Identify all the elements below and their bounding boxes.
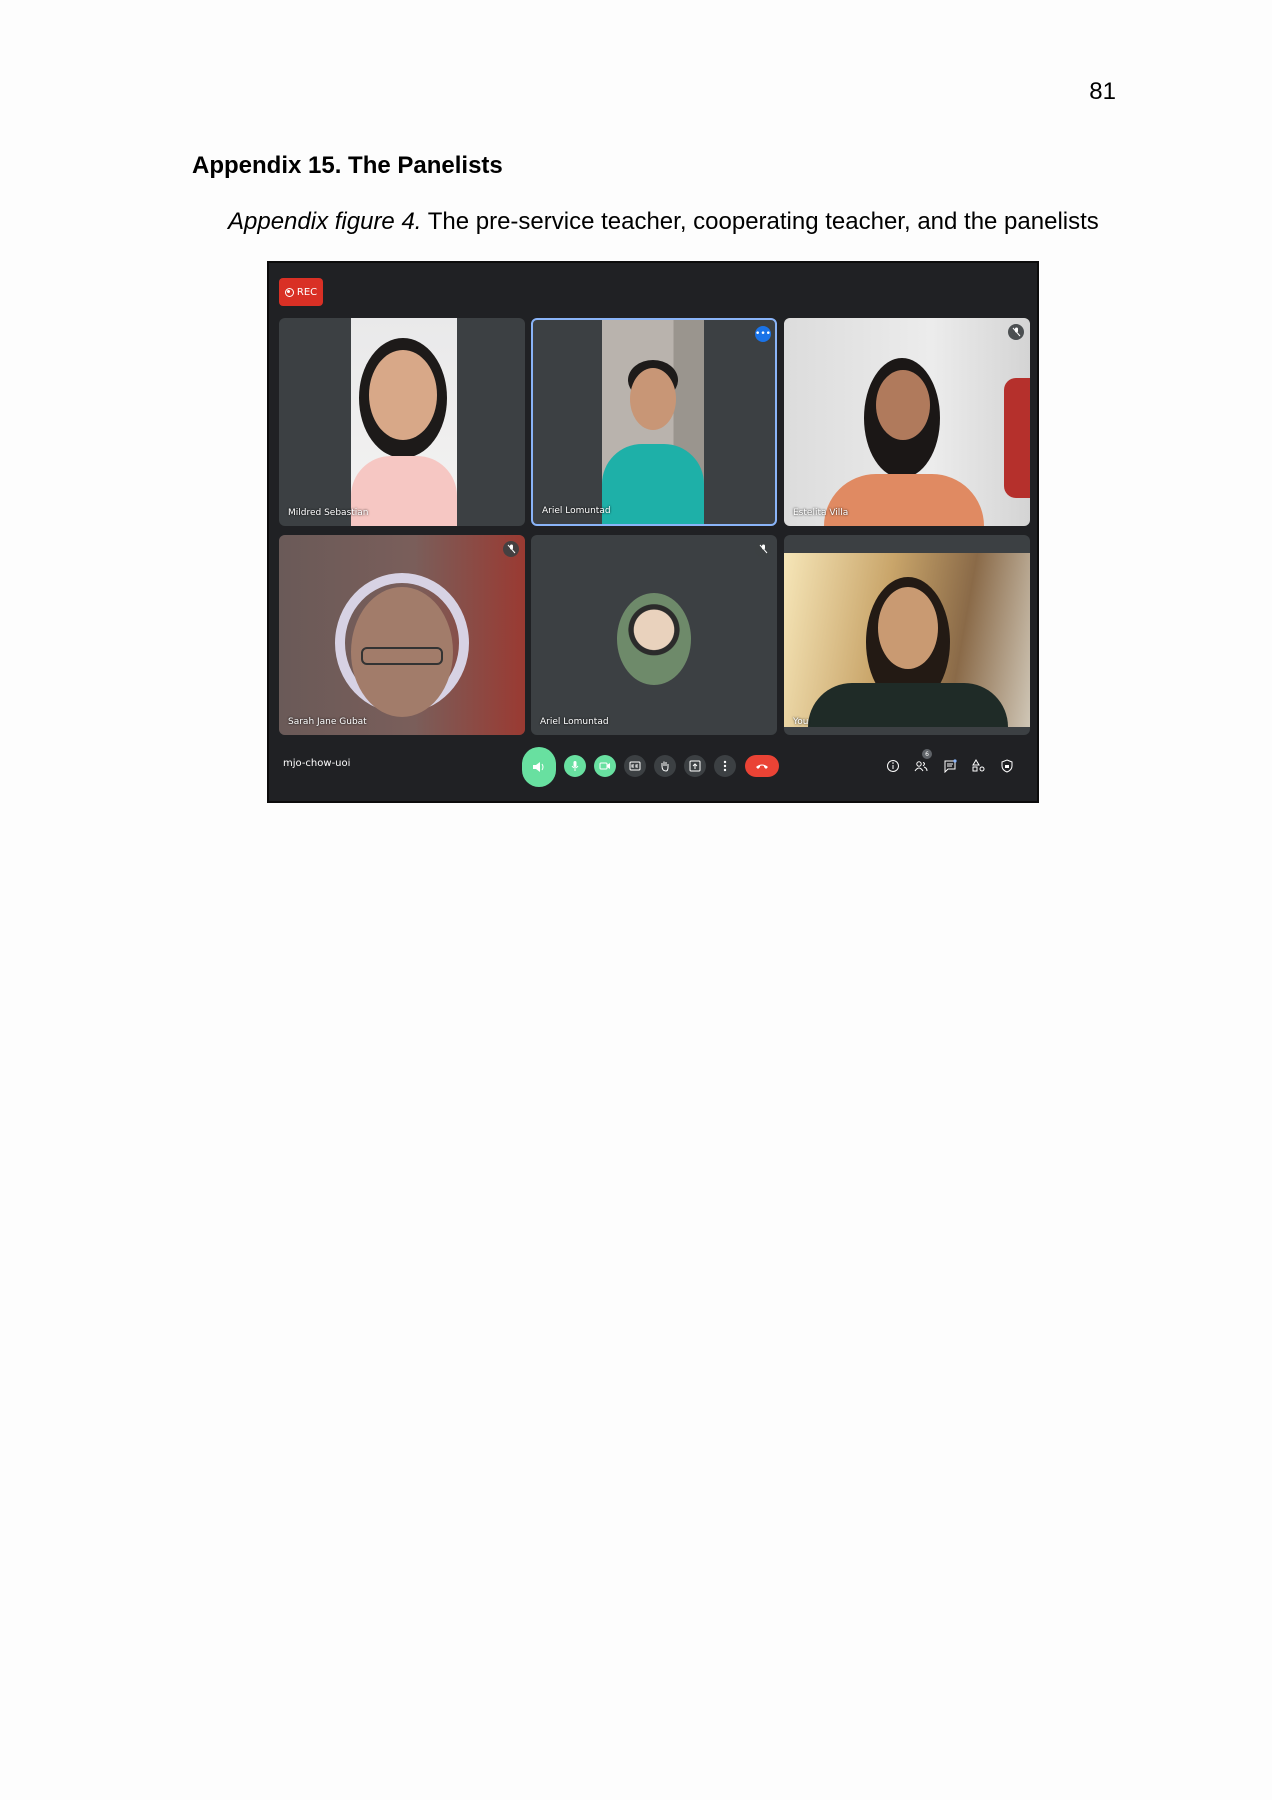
glasses bbox=[361, 647, 443, 665]
participant-tile[interactable]: Sarah Jane Gubat bbox=[279, 535, 525, 735]
participant-name: Mildred Sebastian bbox=[288, 508, 369, 518]
participant-name: Estelita Villa bbox=[793, 508, 849, 518]
participant-video bbox=[351, 318, 457, 526]
participant-name: Ariel Lomuntad bbox=[540, 717, 609, 727]
closed-captions-icon bbox=[629, 761, 641, 771]
participant-video bbox=[279, 535, 525, 735]
meeting-details-button[interactable] bbox=[885, 758, 901, 774]
leave-call-button[interactable] bbox=[745, 755, 779, 777]
recording-badge: REC bbox=[279, 278, 323, 306]
participant-name: Ariel Lomuntad bbox=[542, 506, 611, 516]
shield-lock-icon bbox=[1001, 759, 1013, 773]
record-icon bbox=[284, 287, 294, 297]
page-number: 81 bbox=[1089, 78, 1116, 105]
participant-tile[interactable]: Mildred Sebastian bbox=[279, 318, 525, 526]
info-icon bbox=[887, 760, 899, 772]
participant-avatar bbox=[617, 593, 691, 685]
participant-shirt bbox=[824, 474, 984, 526]
participant-shirt bbox=[808, 683, 1008, 727]
meeting-control-bar: mjo-chow-uoi 6 bbox=[269, 731, 1037, 801]
appendix-heading: Appendix 15. The Panelists bbox=[192, 152, 503, 179]
caption-label: Appendix figure 4. bbox=[228, 208, 422, 235]
participant-video bbox=[784, 318, 1030, 526]
participant-tile-self[interactable]: You bbox=[784, 535, 1030, 735]
participant-face bbox=[369, 350, 437, 440]
participant-face bbox=[630, 368, 676, 430]
video-call-screenshot: REC Mildred Sebastian ••• Ariel Lomuntad bbox=[267, 261, 1039, 803]
host-controls-button[interactable] bbox=[999, 758, 1015, 774]
participant-tile-active[interactable]: ••• Ariel Lomuntad bbox=[531, 318, 777, 526]
participant-face bbox=[878, 587, 938, 669]
meeting-code: mjo-chow-uoi bbox=[283, 758, 351, 769]
participant-count-badge: 6 bbox=[922, 749, 932, 759]
chat-button[interactable] bbox=[942, 758, 958, 774]
more-vert-icon bbox=[723, 760, 727, 772]
present-button[interactable] bbox=[684, 755, 706, 777]
caption-text: The pre-service teacher, cooperating tea… bbox=[421, 208, 1099, 235]
recording-label: REC bbox=[296, 286, 318, 298]
chat-icon bbox=[944, 759, 957, 773]
participant-video bbox=[784, 553, 1030, 727]
figure-caption: Appendix figure 4. The pre-service teach… bbox=[228, 208, 1099, 236]
mic-off-icon bbox=[755, 541, 771, 557]
background-decoration bbox=[1004, 378, 1030, 498]
people-button[interactable]: 6 bbox=[913, 749, 932, 774]
camera-icon bbox=[599, 762, 610, 770]
participant-shirt bbox=[602, 444, 704, 524]
participant-name: Sarah Jane Gubat bbox=[288, 717, 367, 727]
mic-off-icon bbox=[503, 541, 519, 557]
more-options-icon[interactable]: ••• bbox=[755, 326, 771, 342]
participant-face bbox=[876, 370, 930, 440]
people-icon bbox=[914, 761, 928, 772]
raise-hand-button[interactable] bbox=[654, 755, 676, 777]
microphone-button[interactable] bbox=[564, 755, 586, 777]
speaker-icon bbox=[533, 762, 544, 772]
present-screen-icon bbox=[689, 760, 701, 772]
camera-button[interactable] bbox=[594, 755, 616, 777]
activities-icon bbox=[972, 759, 985, 772]
participant-tile[interactable]: Ariel Lomuntad bbox=[531, 535, 777, 735]
participant-video bbox=[602, 320, 704, 524]
participant-tile[interactable]: Estelita Villa bbox=[784, 318, 1030, 526]
activities-button[interactable] bbox=[971, 758, 987, 774]
captions-button[interactable] bbox=[624, 755, 646, 777]
mic-off-icon bbox=[1008, 324, 1024, 340]
hand-icon bbox=[661, 761, 669, 772]
hang-up-icon bbox=[756, 764, 768, 769]
microphone-icon bbox=[571, 761, 579, 771]
more-options-button[interactable] bbox=[714, 755, 736, 777]
participant-name: You bbox=[793, 717, 809, 727]
audio-output-button[interactable] bbox=[522, 747, 556, 787]
